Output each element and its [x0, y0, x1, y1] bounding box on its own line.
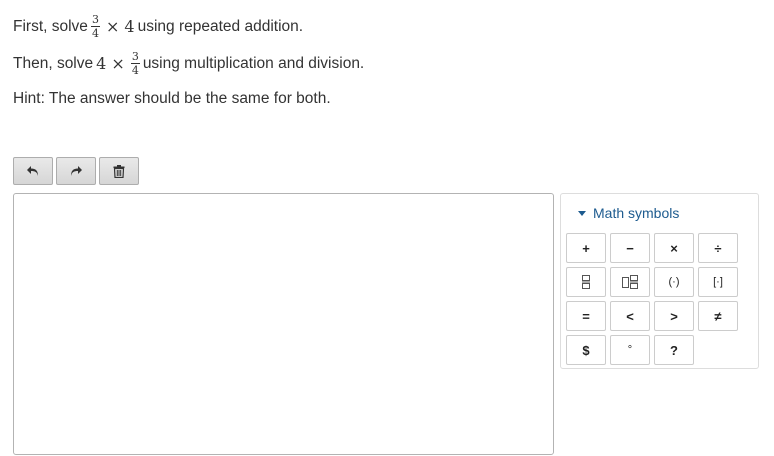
fraction-denominator: 4: [131, 64, 139, 77]
equals-button[interactable]: =: [566, 301, 606, 331]
parentheses-button[interactable]: (·): [654, 267, 694, 297]
hint-text: Hint: The answer should be the same for …: [13, 90, 331, 107]
not-equal-button[interactable]: ≠: [698, 301, 738, 331]
undo-icon: [27, 166, 38, 176]
trash-icon: [113, 164, 125, 178]
redo-button[interactable]: [56, 157, 96, 185]
math-symbols-panel: Math symbols + − × ÷ (·) [·] = < > ≠ $ °…: [560, 193, 759, 369]
undo-button[interactable]: [13, 157, 53, 185]
fraction-numerator: 3: [131, 50, 139, 63]
minus-button[interactable]: −: [610, 233, 650, 263]
greater-than-button[interactable]: >: [654, 301, 694, 331]
less-than-button[interactable]: <: [610, 301, 650, 331]
fraction-numerator: 3: [91, 13, 99, 26]
mixed-number-icon: [622, 275, 638, 289]
fraction-icon: [582, 275, 590, 289]
mixed-number-button[interactable]: [610, 267, 650, 297]
brackets-button[interactable]: [·]: [698, 267, 738, 297]
symbol-grid: + − × ÷ (·) [·] = < > ≠ $ ° ?: [566, 233, 738, 365]
question-button[interactable]: ?: [654, 335, 694, 365]
fraction-three-quarters: 3 4: [90, 13, 100, 40]
divide-button[interactable]: ÷: [698, 233, 738, 263]
caret-down-icon: [578, 210, 586, 216]
math-symbols-toggle[interactable]: Math symbols: [578, 205, 679, 221]
line1-expression: × 4: [105, 17, 135, 36]
delete-button[interactable]: [99, 157, 139, 185]
line1-suffix: using repeated addition.: [137, 17, 304, 35]
editor-toolbar: [13, 157, 139, 185]
redo-icon: [71, 166, 82, 176]
line2-suffix: using multiplication and division.: [142, 54, 365, 72]
fraction-button[interactable]: [566, 267, 606, 297]
answer-editor[interactable]: [13, 193, 554, 455]
line1-prefix: First, solve: [13, 17, 88, 35]
plus-button[interactable]: +: [566, 233, 606, 263]
times-button[interactable]: ×: [654, 233, 694, 263]
instruction-line-2: Then, solve 4 × 3 4 using multiplication…: [13, 51, 364, 76]
line2-prefix: Then, solve: [13, 54, 94, 72]
dollar-button[interactable]: $: [566, 335, 606, 365]
fraction-three-quarters: 3 4: [130, 50, 140, 77]
degree-button[interactable]: °: [610, 335, 650, 365]
fraction-denominator: 4: [91, 27, 99, 40]
instruction-line-1: First, solve 3 4 × 4 using repeated addi…: [13, 14, 303, 39]
math-symbols-title: Math symbols: [593, 205, 680, 221]
line2-expression: 4 ×: [96, 54, 125, 73]
